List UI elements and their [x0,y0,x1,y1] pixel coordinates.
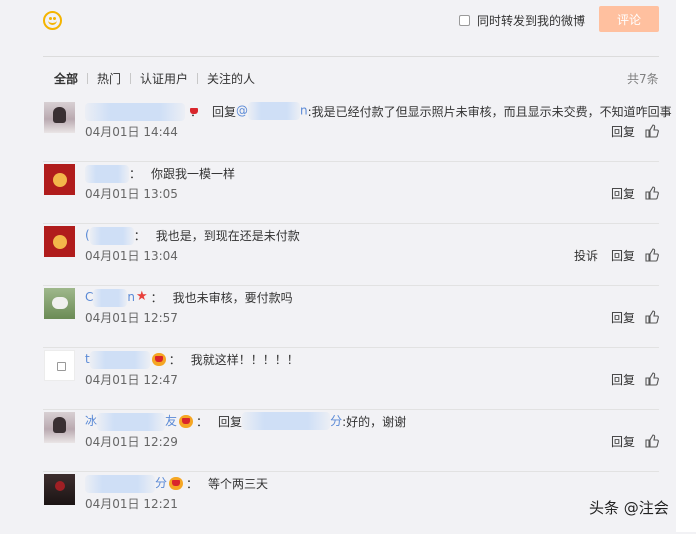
comment-text-line: ： 你跟我一模一样 [85,163,659,183]
comment-text-line: 分 ： 等个两三天 [85,473,659,493]
comment-meta: 04月01日 12:29 回复 [85,433,659,449]
reply-button[interactable]: 回复 [611,123,635,140]
report-button[interactable]: 投诉 [574,247,598,264]
comment-meta: 04月01日 12:57 回复 [85,309,659,325]
avatar[interactable] [44,164,75,195]
reply-button[interactable]: 回复 [611,247,635,264]
comment-item: 分 ： 等个两三天 04月01日 12:21 [43,472,659,534]
emoji-icon[interactable] [43,11,62,30]
tab-following[interactable]: 关注的人 [198,70,264,87]
comment-toolbar: 同时转发到我的微博 评论 [0,0,676,44]
username[interactable]: t [85,349,150,369]
comment-time: 04月01日 13:04 [85,249,178,263]
reply-prefix: 回复 [218,414,243,429]
comment-time: 04月01日 12:57 [85,311,178,325]
comment-item: ( ： 我也是，到现在还是未付款 04月01日 13:04 投诉 回复 [43,224,659,286]
star-badge-icon: ★ [136,289,148,304]
username[interactable]: ( [85,225,134,245]
comment-text: 我也是，到现在还是未付款 [155,228,300,243]
like-icon[interactable] [645,124,659,138]
avatar[interactable] [44,474,75,505]
comment-text-line: 冰友 ： 回复 分 :好的，谢谢 [85,411,659,431]
comment-filter-tabs: 全部 热门 认证用户 关注的人 [54,70,264,86]
tab-hot[interactable]: 热门 [88,70,130,87]
tab-verified-users[interactable]: 认证用户 [131,70,197,87]
divider [43,56,659,57]
like-icon[interactable] [645,248,659,262]
mention-link[interactable]: 分 [242,412,342,431]
comment-text: 我就这样！！！！！ [190,352,299,367]
tab-all[interactable]: 全部 [54,70,87,87]
comment-text-line: ( ： 我也是，到现在还是未付款 [85,225,659,245]
comment-item: Cn ★ ： 我也未审核，要付款吗 04月01日 12:57 回复 [43,286,659,348]
avatar[interactable] [44,102,75,133]
username[interactable]: Cn [85,287,135,307]
comment-item: ： 你跟我一模一样 04月01日 13:05 回复 [43,162,659,224]
comment-time: 04月01日 13:05 [85,187,178,201]
comment-item: t ： 我就这样！！！！！ 04月01日 12:47 回复 [43,348,659,410]
comment-text-line: ： 回复 @n :我是已经付款了但显示照片未审核，而且显示未交费，不知道咋回事 [85,101,672,121]
comment-panel: 同时转发到我的微博 评论 全部 热门 认证用户 关注的人 共7条 ： 回复 @n… [0,0,676,532]
comment-text: :好的，谢谢 [342,414,407,429]
comment-meta: 04月01日 12:21 [85,495,659,511]
comment-text: :我是已经付款了但显示照片未审核，而且显示未交费，不知道咋回事 [307,104,672,119]
vip-crown-icon [169,476,184,490]
reply-button[interactable]: 回复 [611,433,635,450]
comment-time: 04月01日 14:44 [85,125,178,139]
vip-crown-icon [179,414,194,428]
repost-checkbox[interactable] [459,14,470,26]
comment-text-line: Cn ★ ： 我也未审核，要付款吗 [85,287,659,307]
comment-time: 04月01日 12:29 [85,435,178,449]
comment-time: 04月01日 12:47 [85,373,178,387]
comment-item: ： 回复 @n :我是已经付款了但显示照片未审核，而且显示未交费，不知道咋回事 … [43,100,672,162]
username[interactable]: 冰友 [85,411,177,431]
comment-time: 04月01日 12:21 [85,497,178,511]
comment-text: 我也未审核，要付款吗 [172,290,293,305]
avatar[interactable] [44,226,75,257]
comment-submit-button[interactable]: 评论 [599,6,659,32]
comment-text: 等个两三天 [208,476,269,491]
reply-prefix: 回复 [212,104,237,119]
repost-option[interactable]: 同时转发到我的微博 [459,12,585,28]
comment-total-count: 共7条 [627,72,659,86]
watermark: 头条 @注会 [589,499,669,517]
comment-text-line: t ： 我就这样！！！！！ [85,349,659,369]
like-icon[interactable] [645,310,659,324]
mention-link[interactable]: @ n [236,102,308,120]
reply-button[interactable]: 回复 [611,371,635,388]
username[interactable]: 分 [85,473,167,493]
avatar[interactable] [44,412,75,443]
username[interactable] [85,101,185,121]
comment-item: 冰友 ： 回复 分 :好的，谢谢 04月01日 12:29 回复 [43,410,659,472]
comment-meta: 04月01日 13:05 回复 [85,185,659,201]
reply-button[interactable]: 回复 [611,185,635,202]
vip-crown-icon [151,352,166,366]
comment-text: 你跟我一模一样 [151,166,236,181]
username[interactable] [85,163,129,183]
comment-meta: 04月01日 13:04 投诉 回复 [85,247,659,263]
like-icon[interactable] [645,434,659,448]
reply-button[interactable]: 回复 [611,309,635,326]
avatar[interactable] [44,350,75,381]
like-icon[interactable] [645,372,659,386]
avatar[interactable] [44,288,75,319]
comment-meta: 04月01日 12:47 回复 [85,371,659,387]
like-icon[interactable] [645,186,659,200]
page-edge [676,0,696,532]
comment-meta: 04月01日 14:44 回复 [85,123,659,139]
repost-label: 同时转发到我的微博 [477,13,586,28]
